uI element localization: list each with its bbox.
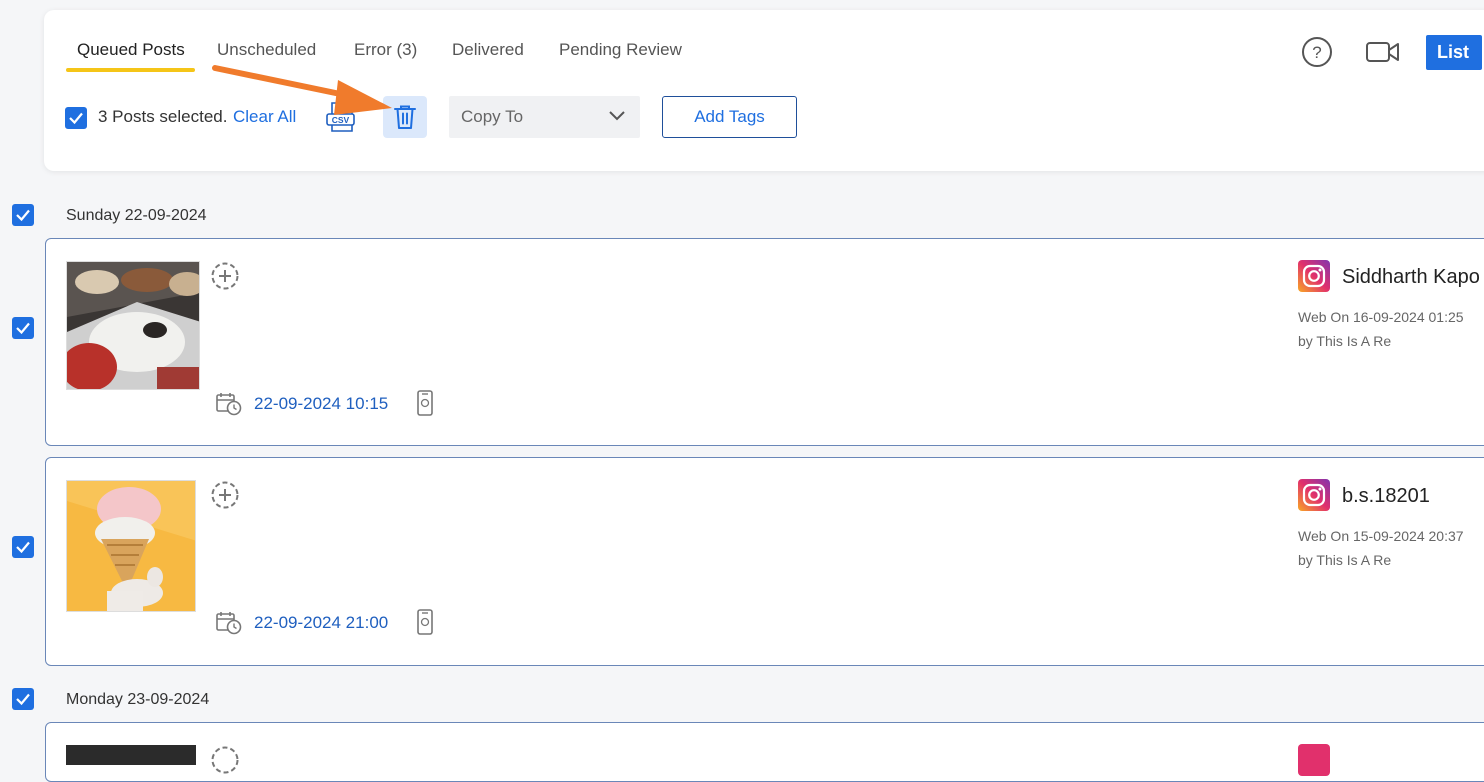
instagram-icon	[1298, 260, 1330, 297]
help-icon[interactable]: ?	[1301, 36, 1333, 73]
mobile-notification-icon	[416, 390, 434, 421]
date-group-label: Sunday 22-09-2024	[66, 207, 207, 224]
post-checkbox[interactable]	[12, 317, 34, 339]
add-circle-icon[interactable]	[210, 261, 240, 296]
active-tab-indicator	[66, 68, 195, 72]
add-tags-button[interactable]: Add Tags	[662, 96, 797, 138]
tab-pending-review[interactable]: Pending Review	[559, 40, 682, 60]
post-card[interactable]	[45, 722, 1484, 782]
post-thumbnail[interactable]	[66, 745, 196, 765]
tab-delivered[interactable]: Delivered	[452, 40, 524, 60]
svg-text:?: ?	[1312, 43, 1321, 62]
instagram-icon	[1298, 479, 1330, 516]
post-checkbox[interactable]	[12, 536, 34, 558]
tab-queued-posts[interactable]: Queued Posts	[77, 40, 185, 60]
select-all-checkbox[interactable]	[65, 107, 87, 129]
date-group-checkbox[interactable]	[12, 688, 34, 710]
account-name: Siddharth Kapo	[1342, 266, 1480, 288]
post-author: by This Is A Re	[1298, 552, 1392, 568]
post-thumbnail[interactable]	[66, 480, 196, 612]
chevron-down-icon	[609, 111, 625, 121]
add-circle-icon[interactable]	[210, 480, 240, 515]
scheduled-time[interactable]: 22-09-2024 10:15	[254, 394, 388, 414]
account-name: b.s.18201	[1342, 485, 1430, 507]
list-view-button[interactable]: List	[1426, 35, 1482, 70]
date-group-label: Monday 23-09-2024	[66, 691, 210, 708]
selection-count: 3 Posts selected.	[98, 107, 228, 126]
tab-unscheduled[interactable]: Unscheduled	[217, 40, 316, 60]
copy-to-dropdown[interactable]: Copy To	[449, 96, 640, 138]
post-thumbnail[interactable]	[66, 261, 200, 390]
instagram-icon	[1298, 744, 1330, 781]
calendar-clock-icon	[216, 611, 242, 640]
post-author: by This Is A Re	[1298, 333, 1392, 349]
tab-error[interactable]: Error (3)	[354, 40, 417, 60]
add-circle-icon[interactable]	[210, 745, 240, 780]
mobile-notification-icon	[416, 609, 434, 640]
post-card[interactable]: 22-09-2024 10:15 Siddharth Kapo Web On 1…	[45, 238, 1484, 446]
calendar-clock-icon	[216, 392, 242, 421]
date-group-checkbox[interactable]	[12, 204, 34, 226]
post-source: Web On 16-09-2024 01:25	[1298, 309, 1464, 325]
post-source: Web On 15-09-2024 20:37	[1298, 528, 1464, 544]
copy-to-label: Copy To	[461, 107, 524, 126]
annotation-arrow-icon	[212, 65, 392, 115]
scheduled-time[interactable]: 22-09-2024 21:00	[254, 613, 388, 633]
post-card[interactable]: 22-09-2024 21:00 b.s.18201 Web On 15-09-…	[45, 457, 1484, 666]
video-camera-icon[interactable]	[1365, 40, 1401, 69]
